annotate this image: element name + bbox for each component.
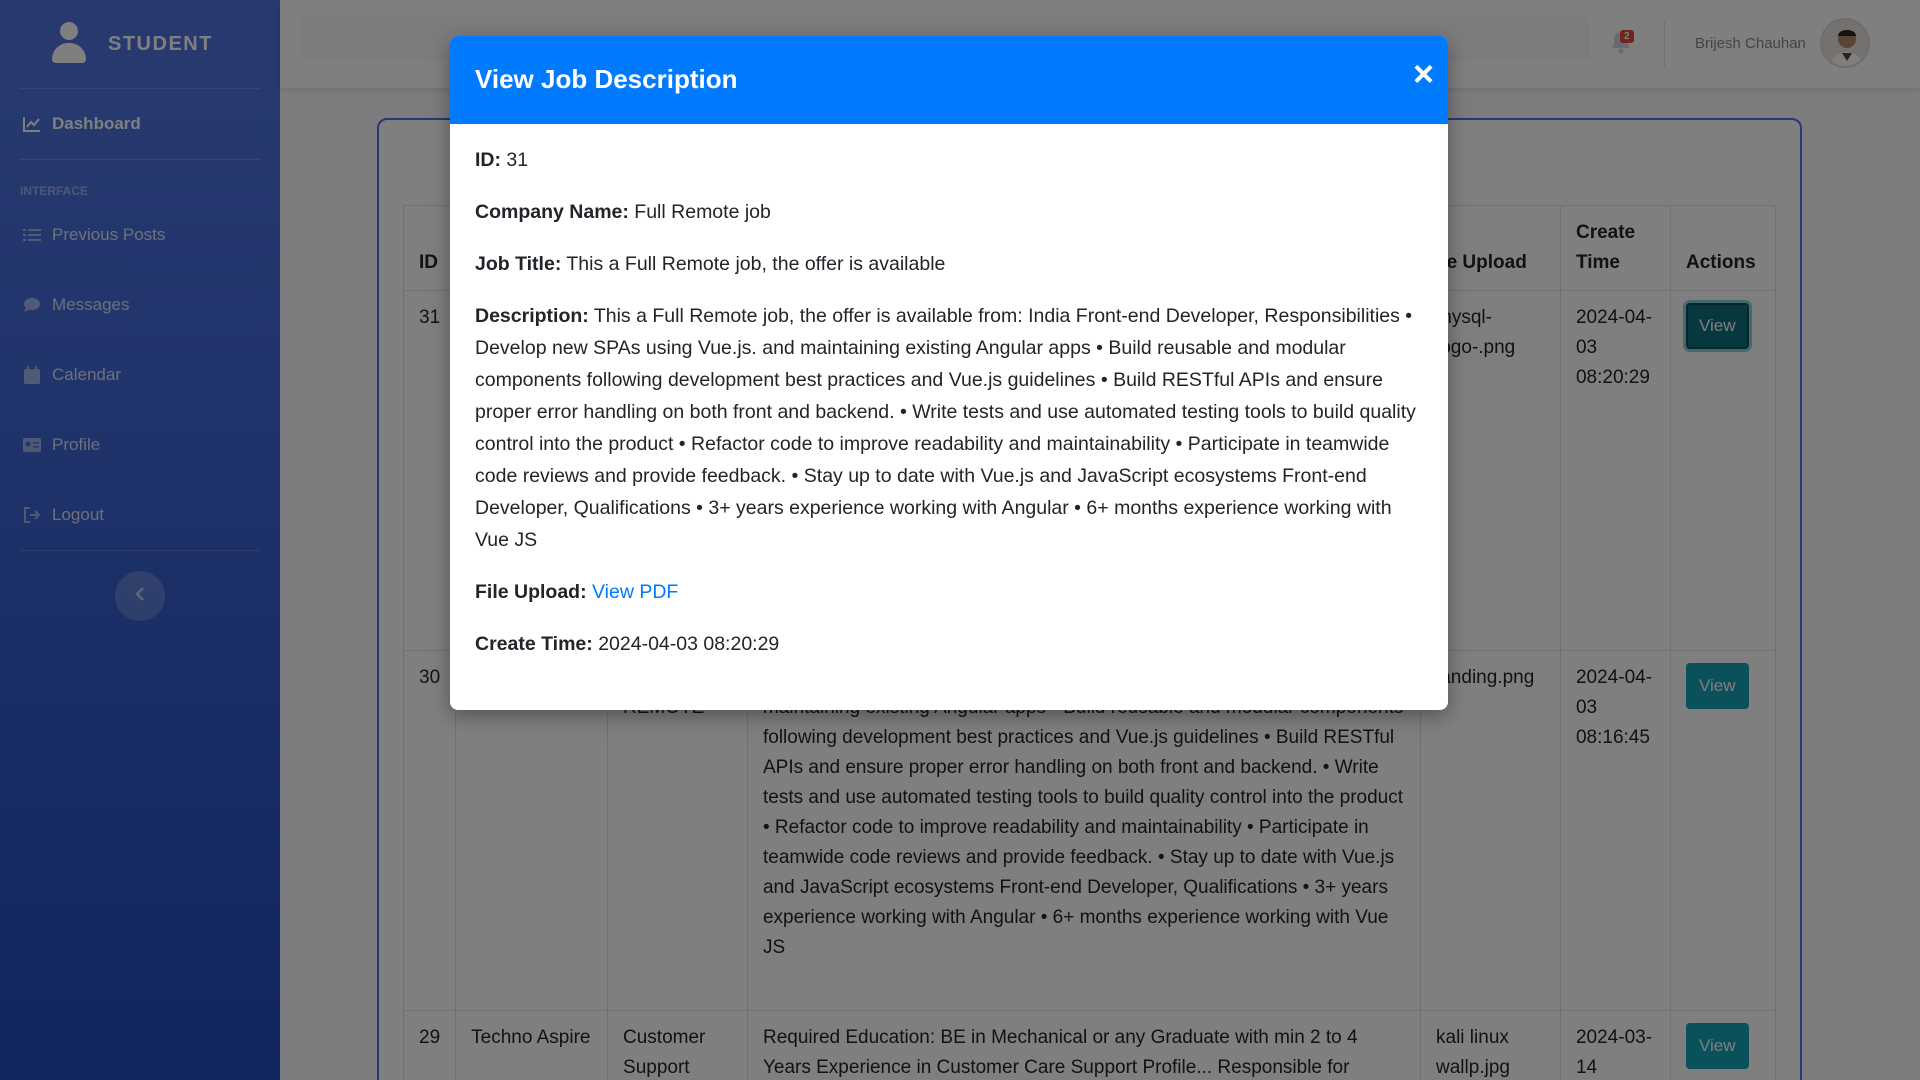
job-description-modal: View Job Description × ID: 31 Company Na… [450, 36, 1448, 710]
detail-value: 31 [506, 149, 529, 171]
detail-file-upload: File Upload: View PDF [475, 576, 1423, 608]
detail-label: Create Time: [475, 633, 593, 655]
detail-label: Description: [475, 305, 589, 327]
detail-value: This a Full Remote job, the offer is ava… [566, 253, 946, 275]
detail-label: File Upload: [475, 581, 587, 603]
detail-job-title: Job Title: This a Full Remote job, the o… [475, 248, 1423, 280]
detail-id: ID: 31 [475, 144, 1423, 176]
detail-label: Company Name: [475, 201, 629, 223]
view-pdf-link[interactable]: View PDF [592, 581, 678, 603]
detail-company: Company Name: Full Remote job [475, 196, 1423, 228]
detail-label: Job Title: [475, 253, 562, 275]
detail-label: ID: [475, 149, 501, 171]
detail-create-time: Create Time: 2024-04-03 08:20:29 [475, 628, 1423, 660]
modal-body: ID: 31 Company Name: Full Remote job Job… [450, 124, 1448, 700]
detail-description: Description: This a Full Remote job, the… [475, 300, 1423, 556]
modal-title: View Job Description [475, 64, 738, 94]
close-icon[interactable]: × [1413, 56, 1434, 92]
modal-header: View Job Description × [450, 36, 1448, 124]
detail-value: 2024-04-03 08:20:29 [598, 633, 780, 655]
detail-value: Full Remote job [634, 201, 771, 223]
detail-value: This a Full Remote job, the offer is ava… [475, 305, 1416, 551]
